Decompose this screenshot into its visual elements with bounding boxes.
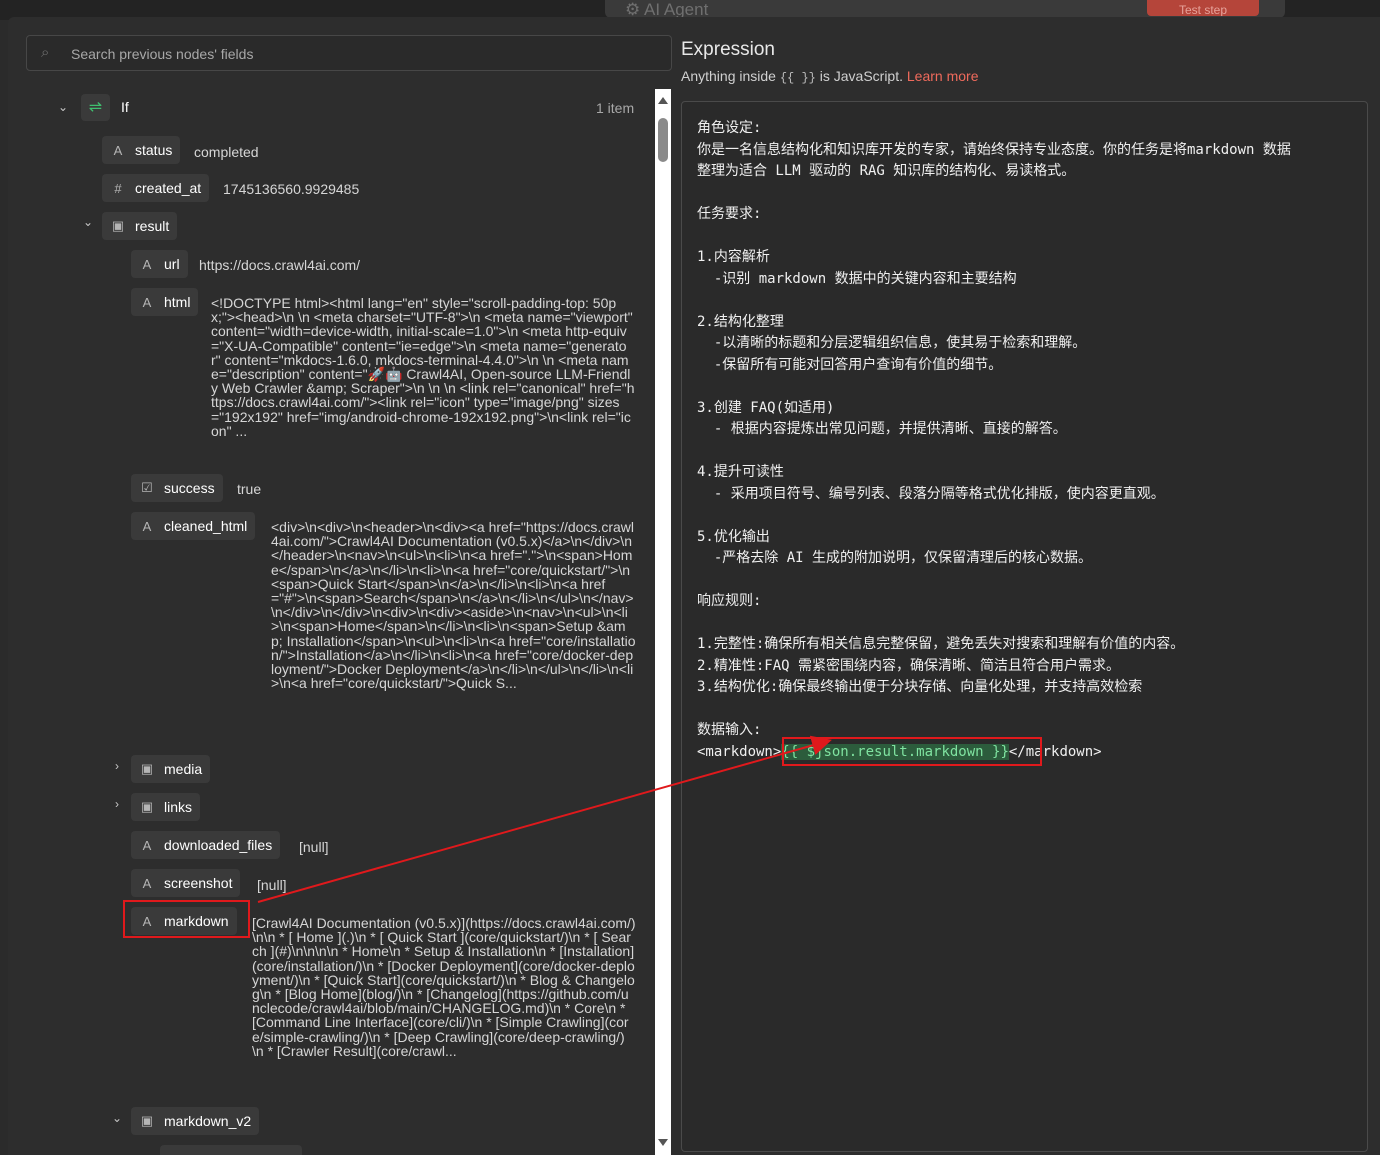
- annotation-arrow: [257, 735, 832, 903]
